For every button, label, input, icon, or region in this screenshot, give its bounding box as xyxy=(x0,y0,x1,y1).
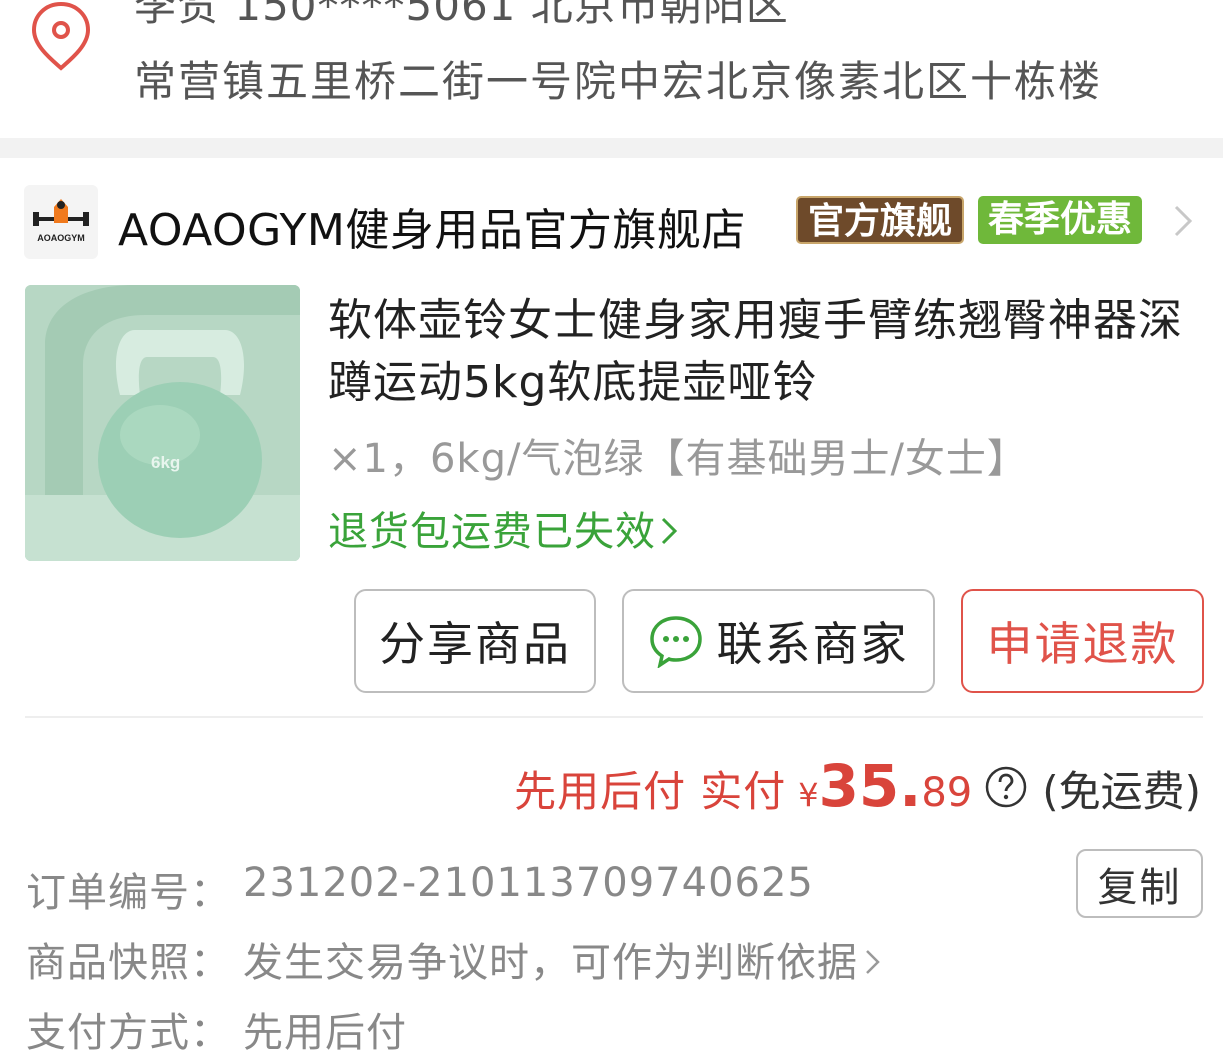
chevron-right-icon xyxy=(661,517,678,545)
location-pin-icon xyxy=(31,1,91,71)
store-logo-graphic xyxy=(33,199,89,226)
product-spec: ×1，6kg/气泡绿【有基础男士/女士】 xyxy=(328,436,1028,482)
pay-method-value: 先用后付 xyxy=(243,1010,407,1056)
divider xyxy=(25,716,1203,718)
store-logo[interactable]: AOAOGYM xyxy=(24,185,98,259)
share-product-label: 分享商品 xyxy=(379,617,571,671)
price-decimal: 89 xyxy=(921,770,973,816)
contact-seller-button[interactable]: 联系商家 xyxy=(622,589,935,693)
question-mark-icon[interactable] xyxy=(984,765,1028,809)
product-image[interactable]: 6kg xyxy=(25,285,300,561)
chevron-right-icon[interactable] xyxy=(1172,204,1194,238)
contact-seller-label: 联系商家 xyxy=(716,617,909,671)
store-logo-text: AOAOGYM xyxy=(37,233,85,243)
store-name[interactable]: AOAOGYM健身用品官方旗舰店 xyxy=(118,194,746,258)
order-detail-page: 李贺 150****5061 北京市朝阳区 常营镇五里桥二街一号院中宏北京像素北… xyxy=(0,0,1223,1062)
kettlebell-image: 6kg xyxy=(25,285,300,561)
address-detail: 常营镇五里桥二街一号院中宏北京像素北区十栋楼 xyxy=(134,57,1103,106)
return-freight-link[interactable]: 退货包运费已失效 xyxy=(328,499,680,557)
currency-symbol: ¥ xyxy=(798,776,819,814)
share-product-button[interactable]: 分享商品 xyxy=(354,589,596,693)
payment-summary: 先用后付 实付 ¥ 35. 89 (免运费) xyxy=(514,752,1201,822)
paid-label: 实付 xyxy=(700,767,787,816)
copy-order-number-button[interactable]: 复制 xyxy=(1076,849,1203,918)
order-number-value: 231202-210113709740625 xyxy=(243,860,814,906)
product-title[interactable]: 软体壶铃女士健身家用瘦手臂练翘臀神器深蹲运动5kg软底提壶哑铃 xyxy=(328,290,1198,414)
snapshot-label: 商品快照： xyxy=(26,940,231,986)
return-freight-text: 退货包运费已失效 xyxy=(328,509,656,555)
price-integer: 35. xyxy=(818,752,922,820)
snapshot-link[interactable]: 发生交易争议时，可作为判断依据 xyxy=(243,930,882,988)
free-shipping-label: (免运费) xyxy=(1042,767,1201,816)
pay-method-label: 支付方式： xyxy=(26,1010,231,1056)
pay-later-label: 先用后付 xyxy=(514,767,687,816)
copy-label: 复制 xyxy=(1097,864,1182,911)
section-gap xyxy=(0,138,1223,158)
product-image-label: 6kg xyxy=(151,453,180,472)
chat-bubble-icon xyxy=(649,616,702,668)
snapshot-text: 发生交易争议时，可作为判断依据 xyxy=(243,940,858,986)
address-contact: 李贺 150****5061 北京市朝阳区 xyxy=(134,0,789,30)
request-refund-label: 申请退款 xyxy=(986,617,1179,671)
request-refund-button[interactable]: 申请退款 xyxy=(961,589,1204,693)
chevron-right-icon xyxy=(866,950,880,974)
address-section[interactable]: 李贺 150****5061 北京市朝阳区 常营镇五里桥二街一号院中宏北京像素北… xyxy=(0,0,1223,138)
badge-official-flagship: 官方旗舰 xyxy=(796,196,965,244)
badge-spring-sale: 春季优惠 xyxy=(978,196,1143,244)
order-number-label: 订单编号： xyxy=(26,870,231,916)
